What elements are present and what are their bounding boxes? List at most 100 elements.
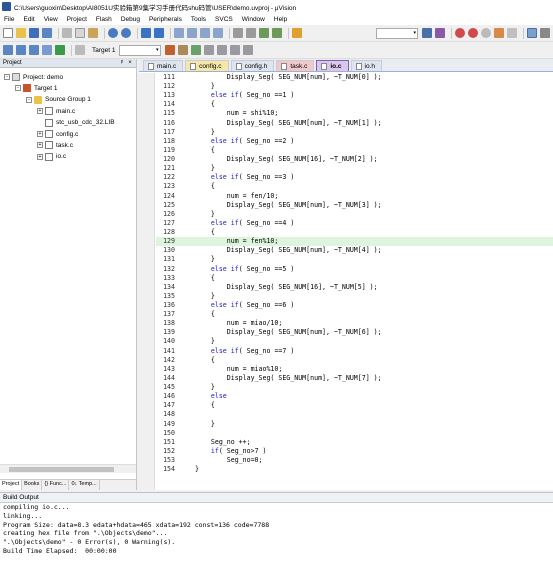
undo-icon[interactable] — [108, 28, 118, 38]
breakpoint-icon[interactable] — [468, 28, 478, 38]
build-output-log[interactable]: compiling io.c... linking... Program Size:… — [0, 503, 553, 556]
code-line[interactable]: 128 { — [156, 228, 553, 237]
uncomment-icon[interactable] — [272, 28, 282, 38]
project-tab[interactable]: Books — [22, 480, 43, 490]
code-line[interactable]: 140 } — [156, 337, 553, 346]
code-line[interactable]: 132 else if( Seg_no ==5 ) — [156, 265, 553, 274]
code-line[interactable]: 138 num = miao/10; — [156, 319, 553, 328]
menu-help[interactable]: Help — [274, 16, 287, 23]
target-selector[interactable]: Target 1 — [92, 47, 116, 54]
pin-icon[interactable]: ᵖ — [119, 60, 125, 66]
code-line[interactable]: 122 else if( Seg_no ==3 ) — [156, 173, 553, 182]
disable-breakpoint-icon[interactable] — [481, 28, 491, 38]
download-icon[interactable] — [55, 45, 65, 55]
code-line[interactable]: 112 } — [156, 82, 553, 91]
expand-icon[interactable]: + — [37, 142, 43, 149]
menu-svcs[interactable]: SVCS — [215, 16, 233, 23]
batch-build-icon[interactable] — [42, 45, 52, 55]
code-line[interactable]: 150 — [156, 429, 553, 438]
code-line[interactable]: 136 else if( Seg_no ==6 ) — [156, 301, 553, 310]
code-line[interactable]: 131 } — [156, 255, 553, 264]
select-packs-icon[interactable] — [203, 45, 214, 55]
code-line[interactable]: 118 else if( Seg_no ==2 ) — [156, 137, 553, 146]
tree-item[interactable]: - Project: demo — [4, 72, 63, 82]
expand-icon[interactable]: + — [37, 131, 43, 137]
code-line[interactable]: 126 } — [156, 210, 553, 219]
code-line[interactable]: 115 num = shi%10; — [156, 109, 553, 118]
code-line[interactable]: 141 else if( Seg_no ==7 ) — [156, 347, 553, 356]
code-line[interactable]: 151 Seg_no ++; — [156, 438, 553, 447]
stop-build-icon[interactable] — [75, 45, 85, 55]
tree-item[interactable]: - Target 1 — [15, 83, 58, 93]
code-line[interactable]: 142 { — [156, 356, 553, 365]
clear-bookmarks-icon[interactable] — [213, 28, 223, 38]
code-line[interactable]: 145 } — [156, 383, 553, 392]
find-icon[interactable] — [422, 28, 432, 38]
project-horizontal-scrollbar[interactable] — [0, 464, 136, 473]
menu-file[interactable]: File — [4, 16, 14, 23]
menu-view[interactable]: View — [44, 16, 58, 23]
tree-item[interactable]: + task.c — [37, 140, 73, 150]
code-line[interactable]: 129 num = fen%10; — [156, 237, 553, 247]
navigate-forward-icon[interactable] — [154, 28, 164, 38]
editor-tab[interactable]: config.h — [230, 60, 275, 71]
comment-icon[interactable] — [259, 28, 269, 38]
editor-gutter[interactable] — [139, 73, 155, 490]
code-line[interactable]: 120 Display_Seg( SEG_NUM[16], ~T_NUM[2] … — [156, 155, 553, 164]
code-line[interactable]: 134 Display_Seg( SEG_NUM[16], ~T_NUM[5] … — [156, 283, 553, 292]
collapse-icon[interactable]: - — [26, 96, 32, 103]
expand-icon[interactable]: + — [37, 153, 43, 160]
indent-icon[interactable] — [233, 28, 243, 38]
code-line[interactable]: 139 Display_Seg( SEG_NUM[num], ~T_NUM[6]… — [156, 328, 553, 337]
menu-peripherals[interactable]: Peripherals — [149, 16, 182, 23]
code-area[interactable]: 111 Display_Seg( SEG_NUM[num], ~T_NUM[0]… — [156, 73, 553, 490]
editor-tab[interactable]: io.c — [316, 60, 349, 71]
tree-item[interactable]: - Source Group 1 — [26, 95, 91, 105]
code-line[interactable]: 146 else — [156, 392, 553, 401]
build-icon[interactable] — [16, 45, 26, 55]
window-layout-icon[interactable] — [527, 28, 537, 38]
code-line[interactable]: 117 } — [156, 128, 553, 137]
bookmark-icon[interactable] — [174, 28, 184, 38]
code-line[interactable]: 135 } — [156, 292, 553, 301]
editor-tab[interactable]: config.c — [185, 60, 229, 71]
collapse-icon[interactable]: - — [15, 85, 21, 92]
code-line[interactable]: 133 { — [156, 274, 553, 283]
close-icon[interactable]: × — [127, 60, 133, 66]
project-tab[interactable]: 0↓ Temp... — [69, 480, 100, 490]
code-line[interactable]: 125 Display_Seg( SEG_NUM[num], ~T_NUM[3]… — [156, 201, 553, 210]
find-in-files-icon[interactable] — [292, 28, 302, 38]
code-line[interactable]: 121 } — [156, 164, 553, 173]
tree-item[interactable]: + config.c — [37, 129, 78, 139]
code-line[interactable]: 119 { — [156, 146, 553, 155]
find-dropdown[interactable]: ▾ — [376, 27, 418, 39]
unindent-icon[interactable] — [246, 28, 256, 38]
new-file-icon[interactable] — [3, 28, 13, 38]
code-line[interactable]: 147 { — [156, 401, 553, 410]
editor-tab[interactable]: io.h — [350, 60, 383, 71]
tree-item[interactable]: + main.c — [37, 106, 75, 116]
code-line[interactable]: 143 num = miao%10; — [156, 365, 553, 374]
code-line[interactable]: 153 Seg_no=0; — [156, 456, 553, 465]
navigate-back-icon[interactable] — [141, 28, 151, 38]
clear-icon[interactable] — [507, 28, 517, 38]
menu-debug[interactable]: Debug — [121, 16, 140, 23]
manage-run-time-icon[interactable] — [190, 45, 201, 55]
scroll-thumb[interactable] — [9, 467, 114, 472]
code-line[interactable]: 137 { — [156, 310, 553, 319]
redo-icon[interactable] — [121, 28, 131, 38]
menu-flash[interactable]: Flash — [96, 16, 112, 23]
code-line[interactable]: 148 — [156, 410, 553, 419]
editor-tab[interactable]: task.c — [276, 60, 315, 71]
code-line[interactable]: 114 { — [156, 100, 553, 109]
next-bookmark-icon[interactable] — [200, 28, 210, 38]
code-line[interactable]: 144 Display_Seg( SEG_NUM[num], ~T_NUM[7]… — [156, 374, 553, 383]
target-options-icon[interactable] — [164, 45, 175, 55]
prev-bookmark-icon[interactable] — [187, 28, 197, 38]
cut-icon[interactable] — [62, 28, 72, 38]
code-line[interactable]: 127 else if( Seg_no ==4 ) — [156, 219, 553, 228]
code-line[interactable]: 149 } — [156, 420, 553, 429]
kill-breakpoints-icon[interactable] — [494, 28, 504, 38]
debug-session-icon[interactable] — [455, 28, 465, 38]
code-line[interactable]: 111 Display_Seg( SEG_NUM[num], ~T_NUM[0]… — [156, 73, 553, 82]
